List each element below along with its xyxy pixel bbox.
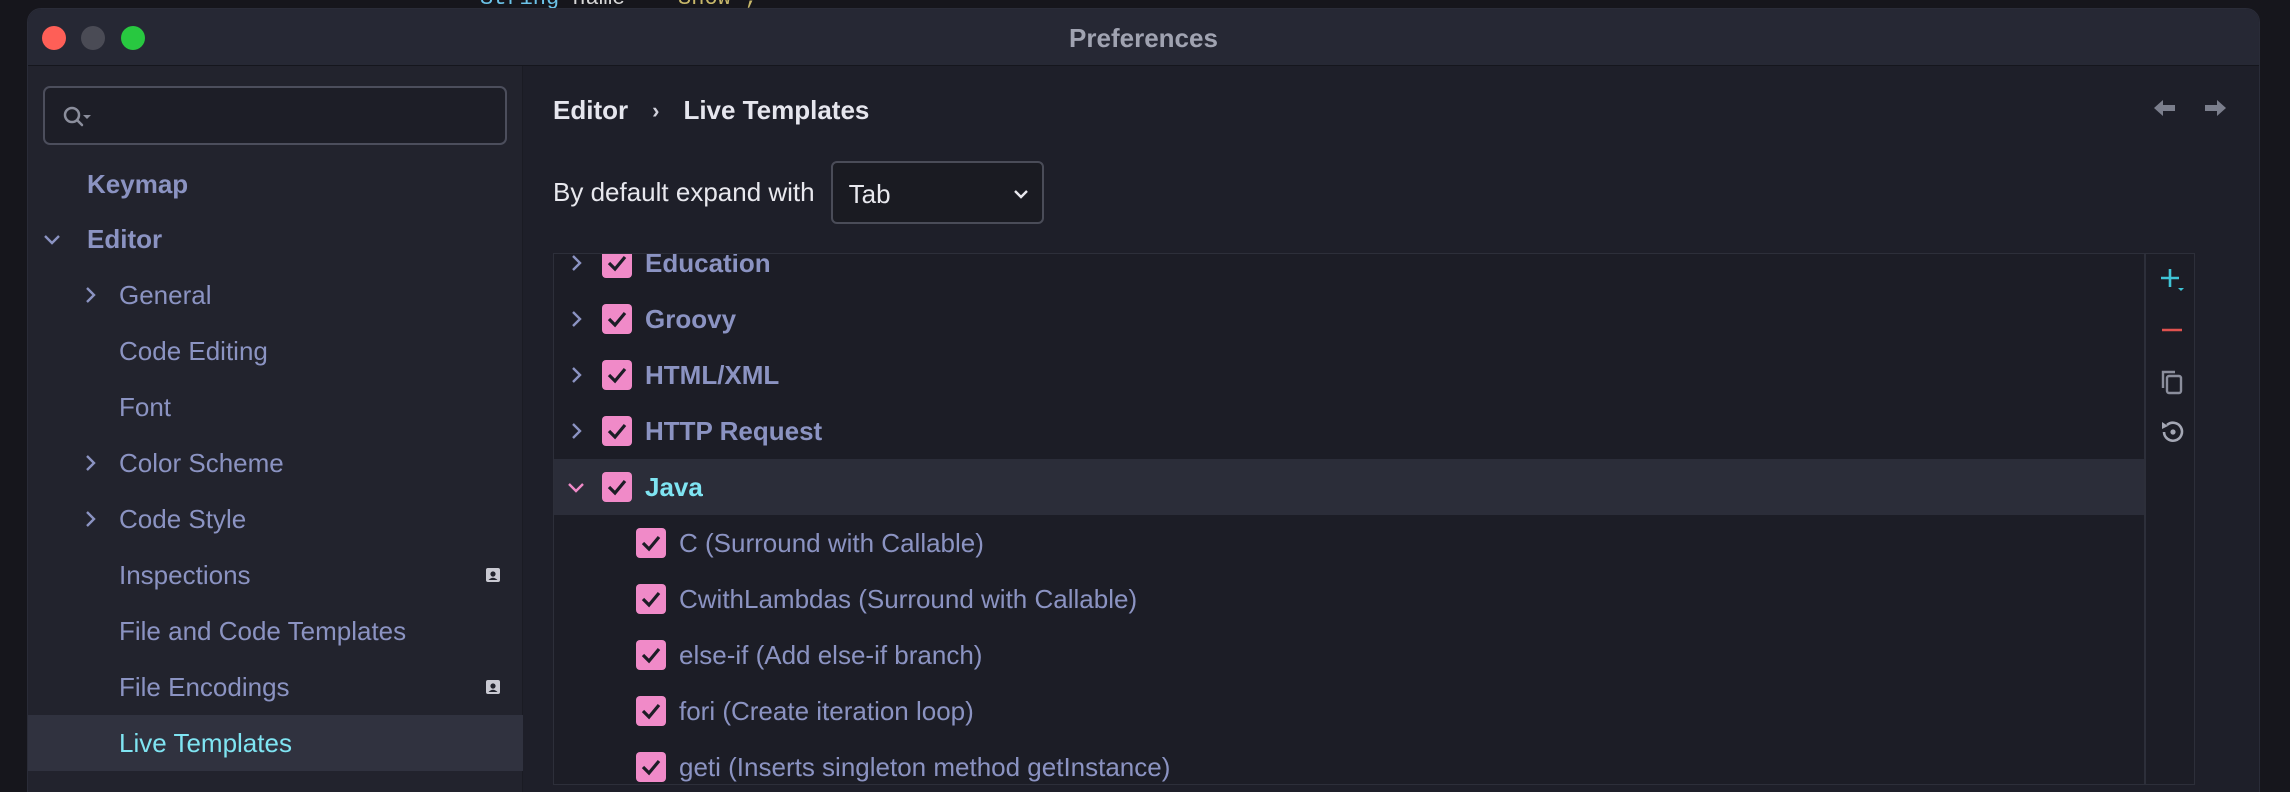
tree-group-http-request[interactable]: HTTP Request	[554, 403, 2144, 459]
sidebar-item-label: File and Code Templates	[119, 615, 407, 646]
breadcrumb: Editor › Live Templates	[553, 95, 869, 126]
template-checkbox[interactable]	[636, 640, 666, 670]
copy-icon[interactable]	[2158, 368, 2186, 396]
sidebar-item-live-templates[interactable]: Live Templates	[28, 715, 523, 771]
tree-group-education[interactable]: Education	[554, 253, 2144, 291]
sidebar-item-label: Code Style	[119, 503, 247, 534]
chevron-down-icon[interactable]	[566, 477, 586, 497]
check-icon	[607, 479, 627, 496]
sidebar-item-keymap[interactable]: Keymap	[28, 156, 523, 212]
template-item[interactable]: C (Surround with Callable)	[554, 515, 2144, 571]
history-navigation	[2151, 96, 2229, 120]
check-icon	[641, 703, 661, 720]
template-label: geti (Inserts singleton method getInstan…	[679, 752, 1171, 782]
chevron-right-icon[interactable]	[80, 285, 100, 305]
template-label: CwithLambdas (Surround with Callable)	[679, 584, 1138, 614]
chevron-down-icon[interactable]	[42, 229, 62, 249]
template-item[interactable]: fori (Create iteration loop)	[554, 683, 2144, 739]
sidebar-item-label: Inspections	[119, 559, 251, 590]
sidebar-item-label: Keymap	[87, 168, 189, 199]
tree-toolbar	[2145, 253, 2195, 785]
settings-search-input[interactable]	[43, 86, 507, 145]
expand-with-select[interactable]: Tab	[830, 161, 1044, 224]
expand-with-value: Tab	[848, 179, 891, 209]
template-item[interactable]: geti (Inserts singleton method getInstan…	[554, 739, 2144, 784]
template-checkbox[interactable]	[636, 528, 666, 558]
sidebar-item-file-encodings[interactable]: File Encodings	[28, 659, 523, 715]
sidebar-item-inspections[interactable]: Inspections	[28, 547, 523, 603]
restore-defaults-icon[interactable]	[2158, 418, 2186, 446]
breadcrumb-parent[interactable]: Editor	[553, 95, 628, 126]
template-label: C (Surround with Callable)	[679, 528, 984, 558]
forward-arrow-icon[interactable]	[2201, 96, 2229, 120]
check-icon	[641, 535, 661, 552]
sidebar-item-label: General	[119, 279, 212, 310]
preferences-window: Preferences Keymap Editor General Code E…	[27, 8, 2260, 792]
tree-group-java[interactable]: Java	[554, 459, 2144, 515]
sidebar-item-label: Color Scheme	[119, 447, 284, 478]
group-checkbox[interactable]	[602, 304, 632, 334]
expand-with-row: By default expand with Tab	[553, 161, 1044, 224]
sidebar-item-label: File Encodings	[119, 671, 290, 702]
sidebar-item-font[interactable]: Font	[28, 379, 523, 435]
chevron-right-icon[interactable]	[80, 453, 100, 473]
tree-group-groovy[interactable]: Groovy	[554, 291, 2144, 347]
sidebar-item-label: Live Templates	[119, 727, 292, 758]
check-icon	[607, 311, 627, 328]
sidebar-item-file-and-code-templates[interactable]: File and Code Templates	[28, 603, 523, 659]
settings-sidebar: Keymap Editor General Code Editing Font …	[28, 66, 523, 792]
chevron-right-icon[interactable]	[80, 509, 100, 529]
check-icon	[607, 255, 627, 272]
template-checkbox[interactable]	[636, 696, 666, 726]
template-checkbox[interactable]	[636, 584, 666, 614]
chevron-right-icon[interactable]	[566, 309, 586, 329]
sidebar-item-editor[interactable]: Editor	[28, 211, 523, 267]
sidebar-item-general[interactable]: General	[28, 267, 523, 323]
check-icon	[607, 423, 627, 440]
back-arrow-icon[interactable]	[2151, 96, 2179, 120]
group-checkbox[interactable]	[602, 472, 632, 502]
check-icon	[641, 759, 661, 776]
template-checkbox[interactable]	[636, 752, 666, 782]
project-settings-icon	[486, 680, 500, 694]
group-label: Education	[645, 253, 771, 278]
remove-icon[interactable]	[2158, 316, 2186, 344]
template-label: else-if (Add else-if branch)	[679, 640, 983, 670]
expand-with-label: By default expand with	[553, 177, 815, 207]
chevron-down-icon	[1013, 190, 1028, 199]
chevron-right-icon[interactable]	[566, 365, 586, 385]
group-label: Groovy	[645, 304, 737, 334]
tree-group-html-xml[interactable]: HTML/XML	[554, 347, 2144, 403]
check-icon	[641, 591, 661, 608]
settings-content: Editor › Live Templates By default expan…	[524, 66, 2259, 792]
sidebar-item-color-scheme[interactable]: Color Scheme	[28, 435, 523, 491]
template-item[interactable]: else-if (Add else-if branch)	[554, 627, 2144, 683]
live-templates-tree: Education Groovy HTML/XML HTTP Request J…	[553, 253, 2145, 785]
window-title: Preferences	[1069, 23, 1218, 53]
breadcrumb-separator: ›	[652, 97, 660, 123]
check-icon	[607, 367, 627, 384]
chevron-right-icon[interactable]	[566, 421, 586, 441]
title-bar: Preferences	[28, 9, 2259, 66]
sidebar-item-code-editing[interactable]: Code Editing	[28, 323, 523, 379]
add-icon[interactable]	[2158, 266, 2186, 294]
group-checkbox[interactable]	[602, 416, 632, 446]
project-settings-icon	[486, 568, 500, 582]
search-icon	[63, 106, 91, 127]
sidebar-item-label: Font	[119, 391, 172, 422]
sidebar-item-label: Code Editing	[119, 335, 268, 366]
group-label: HTML/XML	[645, 360, 780, 390]
group-checkbox[interactable]	[602, 360, 632, 390]
check-icon	[641, 647, 661, 664]
group-label: HTTP Request	[645, 416, 823, 446]
template-item[interactable]: CwithLambdas (Surround with Callable)	[554, 571, 2144, 627]
template-label: fori (Create iteration loop)	[679, 696, 974, 726]
sidebar-item-label: Editor	[87, 223, 163, 254]
sidebar-item-code-style[interactable]: Code Style	[28, 491, 523, 547]
group-label: Java	[645, 472, 703, 502]
breadcrumb-current: Live Templates	[683, 95, 870, 125]
chevron-right-icon[interactable]	[566, 253, 586, 273]
group-checkbox[interactable]	[602, 254, 632, 278]
